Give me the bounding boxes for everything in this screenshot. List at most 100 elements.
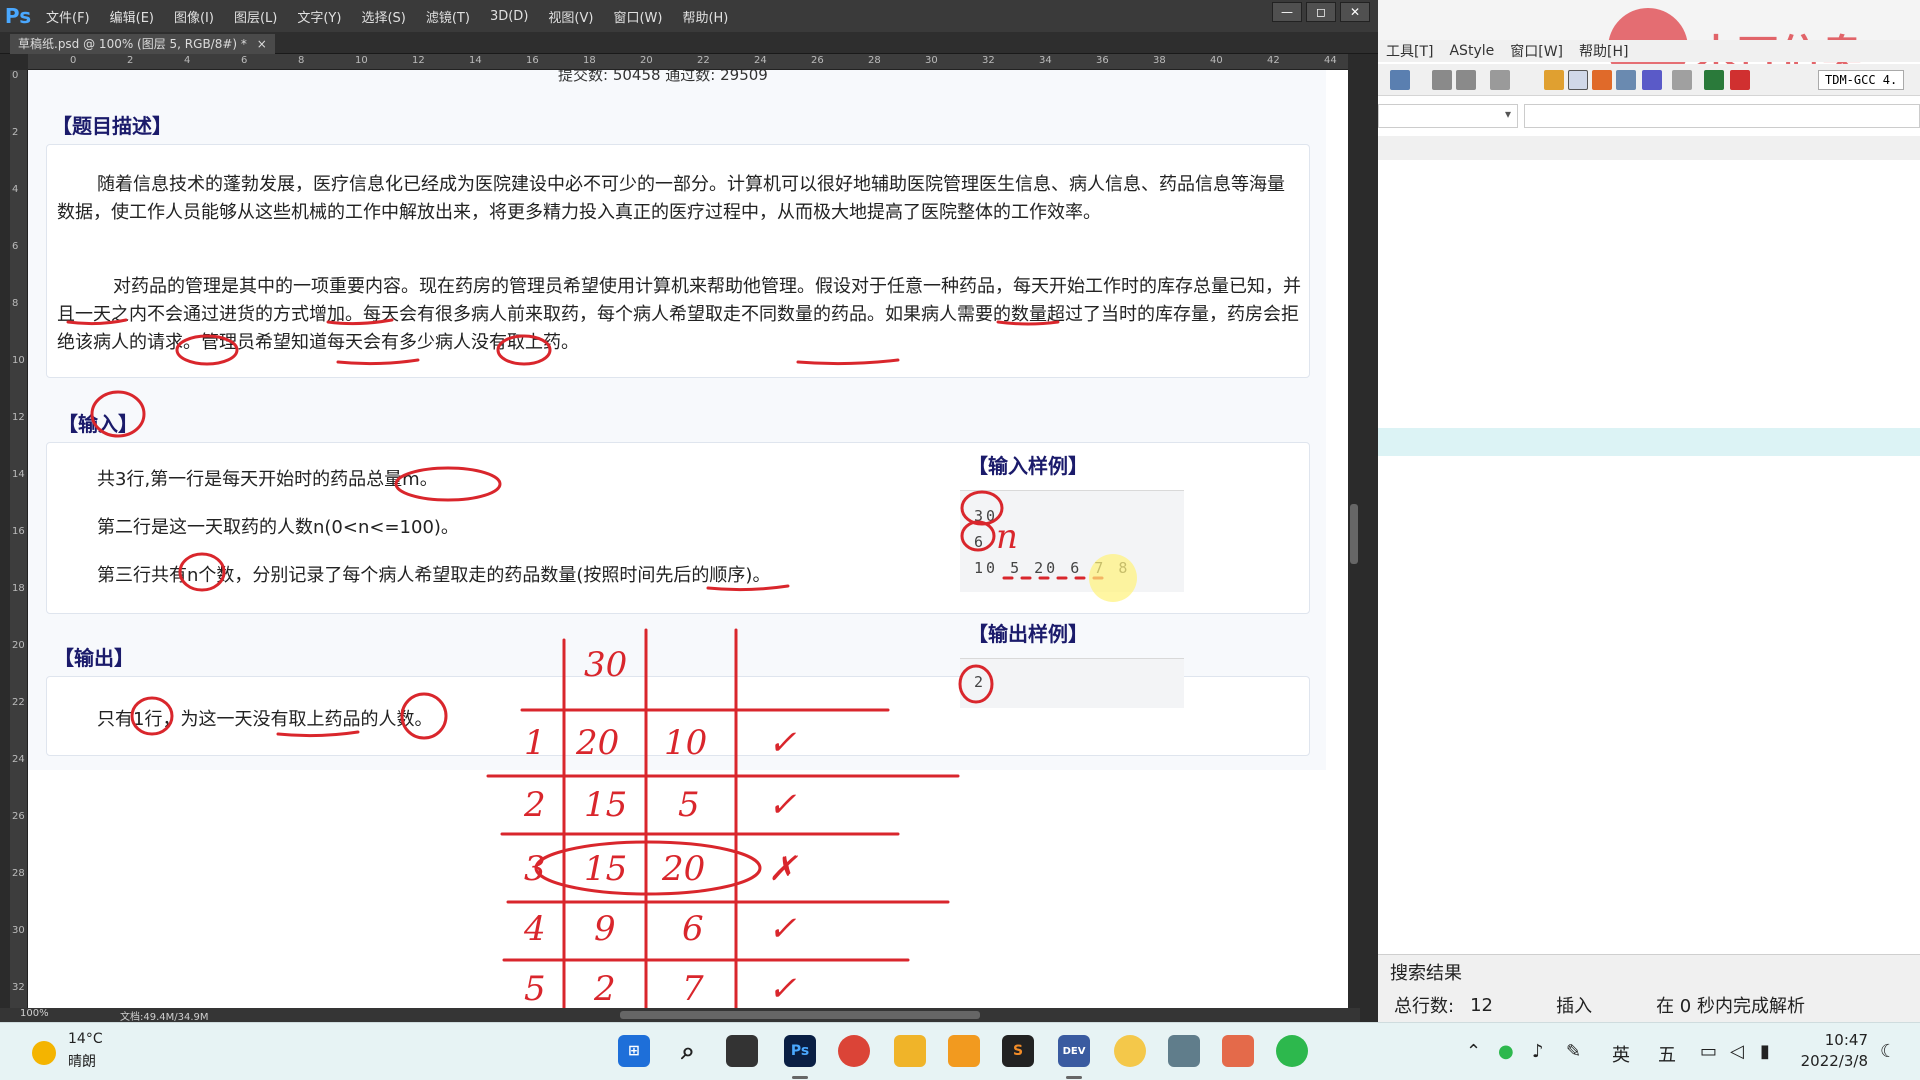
menu-layer[interactable]: 图层(L) [224, 7, 287, 26]
ps-vertical-scroll-thumb[interactable] [1350, 504, 1358, 564]
tray-network-icon[interactable]: ▭ [1700, 1041, 1717, 1062]
ruler-left-label: 32 [12, 982, 25, 993]
cursor-highlight [1089, 554, 1137, 602]
menu-3d[interactable]: 3D(D) [480, 9, 538, 24]
ruler-left-label: 30 [12, 925, 25, 936]
ink-circle-input [90, 390, 146, 438]
menu-file[interactable]: 文件(F) [36, 7, 100, 26]
tile-icon[interactable] [1616, 70, 1636, 90]
class-combo[interactable]: ▾ [1378, 104, 1518, 128]
close-button[interactable]: ✕ [1340, 2, 1370, 22]
menu-image[interactable]: 图像(I) [164, 7, 224, 26]
devcpp-active-indicator [1066, 1076, 1082, 1079]
status-lines-label: 总行数: [1394, 996, 1455, 1017]
ink-underline-1 [66, 318, 128, 326]
weather-sun-icon[interactable] [32, 1041, 56, 1065]
document-tab-label: 草稿纸.psd @ 100% (图层 5, RGB/8#) * [18, 37, 247, 51]
ink-circle-m [394, 466, 502, 502]
bookmark-icon[interactable] [1490, 70, 1510, 90]
maximize-button[interactable]: ◻ [1306, 2, 1336, 22]
ink-circle-out [958, 664, 994, 704]
tray-volume-icon[interactable]: ◁ [1730, 1041, 1744, 1062]
indent-icon[interactable] [1390, 70, 1410, 90]
photoshop-app-icon[interactable]: Ps [784, 1035, 816, 1067]
tray-overflow-icon[interactable]: ⌃ [1466, 1041, 1481, 1062]
weather-temperature[interactable]: 14°C [68, 1031, 103, 1047]
window-icon[interactable] [1568, 70, 1588, 90]
menu-filter[interactable]: 滤镜(T) [416, 7, 480, 26]
tray-ime-lang[interactable]: 英 [1612, 1041, 1630, 1067]
menu-help[interactable]: 帮助(H) [672, 7, 738, 26]
chart-icon[interactable] [1704, 70, 1724, 90]
menu-view[interactable]: 视图(V) [538, 7, 603, 26]
menu-tools[interactable]: 工具[T] [1378, 41, 1441, 61]
layout-icon[interactable] [1592, 70, 1612, 90]
menu-help-dev[interactable]: 帮助[H] [1571, 41, 1636, 61]
ps-canvas[interactable]: 提交数: 50458 通过数: 29509 【题目描述】 随着信息技术的蓬勃发展… [28, 70, 1348, 1008]
check-icon[interactable] [1642, 70, 1662, 90]
menu-astyle[interactable]: AStyle [1441, 43, 1502, 59]
document-tab-close-icon[interactable]: × [257, 37, 267, 51]
calculator-icon[interactable] [1168, 1035, 1200, 1067]
compiler-select[interactable]: TDM-GCC 4. [1818, 70, 1905, 90]
clock-time[interactable]: 10:47 [1798, 1031, 1868, 1049]
minimize-button[interactable]: — [1272, 2, 1302, 22]
member-combo[interactable] [1524, 104, 1920, 128]
ink-underline-2 [326, 318, 394, 326]
chevron-down-icon[interactable]: ▾ [1505, 107, 1511, 121]
debug-icon[interactable] [1730, 70, 1750, 90]
ruler-top-label: 24 [754, 55, 767, 66]
ruler-vertical: 0 2 4 6 8 10 12 14 16 18 20 22 24 26 28 30 32 [10, 70, 28, 1010]
clock-app-icon[interactable] [1114, 1035, 1146, 1067]
ink-underline-3 [996, 320, 1060, 326]
ruler-top-label: 6 [241, 55, 248, 66]
forward-icon[interactable] [1456, 70, 1476, 90]
tray-mic-icon[interactable]: ♪ [1532, 1041, 1544, 1062]
search-results-title[interactable]: 搜索结果 [1390, 959, 1462, 985]
ink-row-4-mark: ✓ [768, 909, 797, 949]
file-explorer-icon[interactable] [894, 1035, 926, 1067]
ink-row-4-stock: 9 [594, 909, 616, 949]
ink-underline-4 [336, 358, 420, 366]
weather-condition[interactable]: 晴朗 [68, 1051, 96, 1071]
ruler-top-label: 10 [355, 55, 368, 66]
chrome-app-icon[interactable] [838, 1035, 870, 1067]
ink-row-1-stock: 20 [575, 723, 619, 763]
notes-app-icon[interactable] [948, 1035, 980, 1067]
tray-ime-mode[interactable]: 五 [1658, 1041, 1676, 1067]
ink-underline-6 [706, 584, 790, 592]
grid-icon[interactable] [1544, 70, 1564, 90]
menu-window-dev[interactable]: 窗口[W] [1502, 41, 1571, 61]
stop-icon[interactable] [1672, 70, 1692, 90]
clock-date[interactable]: 2022/3/8 [1772, 1052, 1868, 1070]
ruler-top-label: 12 [412, 55, 425, 66]
media-app-icon[interactable] [1222, 1035, 1254, 1067]
tray-pen-icon[interactable]: ✎ [1566, 1041, 1581, 1062]
menu-select[interactable]: 选择(S) [351, 7, 415, 26]
ruler-top-label: 44 [1324, 55, 1337, 66]
back-icon[interactable] [1432, 70, 1452, 90]
sublime-app-icon[interactable]: S [1002, 1035, 1034, 1067]
devcpp-app-icon[interactable]: DEV [1058, 1035, 1090, 1067]
search-icon[interactable]: ⌕ [672, 1035, 704, 1067]
menu-edit[interactable]: 编辑(E) [100, 7, 164, 26]
editor-current-line [1378, 428, 1920, 456]
tray-wechat-icon[interactable]: ● [1498, 1041, 1514, 1062]
ps-horizontal-scroll-thumb[interactable] [620, 1011, 980, 1019]
menu-type[interactable]: 文字(Y) [287, 7, 351, 26]
wechat-app-icon[interactable] [1276, 1035, 1308, 1067]
ruler-horizontal: 0 2 4 6 8 10 12 14 16 18 20 22 24 26 28 30 32 34 36 38 40 42 4… [28, 54, 1394, 70]
ps-vertical-scrollbar[interactable] [1348, 54, 1360, 1010]
ink-row-5-idx: 5 [524, 969, 546, 1008]
notification-icon[interactable]: ☾ [1880, 1041, 1896, 1062]
document-tab[interactable]: 草稿纸.psd @ 100% (图层 5, RGB/8#) * × [10, 34, 275, 54]
menu-window[interactable]: 窗口(W) [603, 7, 672, 26]
start-icon[interactable]: ⊞ [618, 1035, 650, 1067]
ps-logo: Ps [4, 4, 32, 28]
tray-battery-icon[interactable]: ▮ [1760, 1041, 1770, 1062]
ruler-left-label: 26 [12, 811, 25, 822]
ps-zoom-level[interactable]: 100% [20, 1008, 49, 1019]
task-view-icon[interactable] [726, 1035, 758, 1067]
ink-row-2-stock: 15 [584, 785, 627, 825]
ruler-left-label: 2 [12, 127, 19, 138]
